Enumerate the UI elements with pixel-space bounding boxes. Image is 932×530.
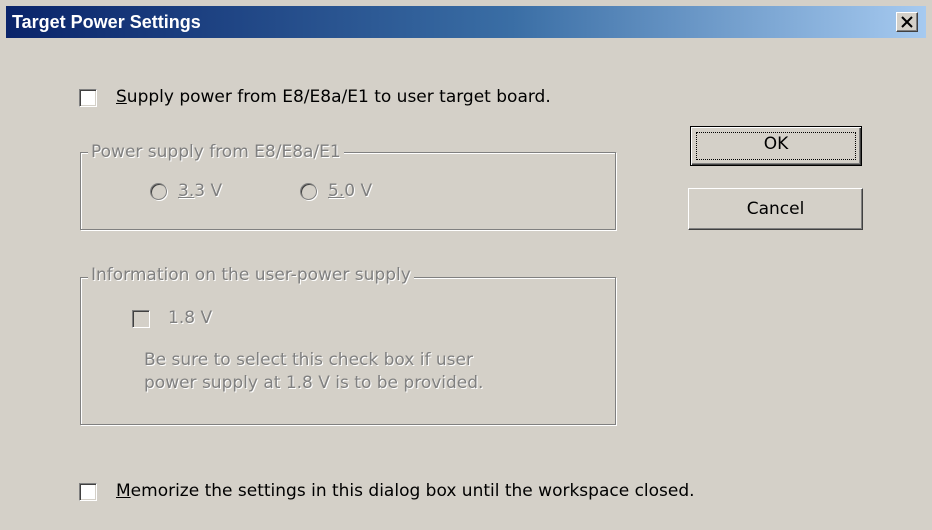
user-power-info-legend: Information on the user-power supply	[88, 265, 414, 285]
checkbox-1-8v[interactable]	[132, 310, 150, 328]
info-note-line-1: Be sure to select this check box if user	[144, 350, 473, 370]
supply-power-checkbox[interactable]	[79, 89, 97, 107]
close-icon	[901, 16, 913, 28]
memorize-label[interactable]: Memorize the settings in this dialog box…	[116, 481, 695, 501]
close-button[interactable]	[896, 12, 918, 32]
ok-button-label: OK	[763, 134, 789, 154]
checkbox-1-8v-label[interactable]: 1.8 V	[168, 308, 212, 328]
radio-5-0v[interactable]	[300, 183, 317, 200]
dialog-title: Target Power Settings	[12, 12, 201, 32]
radio-5-0v-label[interactable]: 5.0 V	[328, 181, 372, 201]
radio-3-3v[interactable]	[150, 183, 167, 200]
supply-power-label[interactable]: Supply power from E8/E8a/E1 to user targ…	[116, 87, 551, 107]
memorize-checkbox[interactable]	[79, 483, 97, 501]
title-bar[interactable]: Target Power Settings	[6, 6, 926, 38]
power-supply-legend: Power supply from E8/E8a/E1	[88, 142, 344, 162]
info-note-line-2: power supply at 1.8 V is to be provided.	[144, 373, 484, 393]
ok-button[interactable]: OK	[690, 126, 862, 166]
cancel-button-label: Cancel	[746, 199, 805, 219]
radio-3-3v-label[interactable]: 3.3 V	[178, 181, 222, 201]
target-power-settings-dialog: Target Power Settings Supply power from …	[0, 0, 932, 530]
cancel-button[interactable]: Cancel	[688, 188, 863, 230]
